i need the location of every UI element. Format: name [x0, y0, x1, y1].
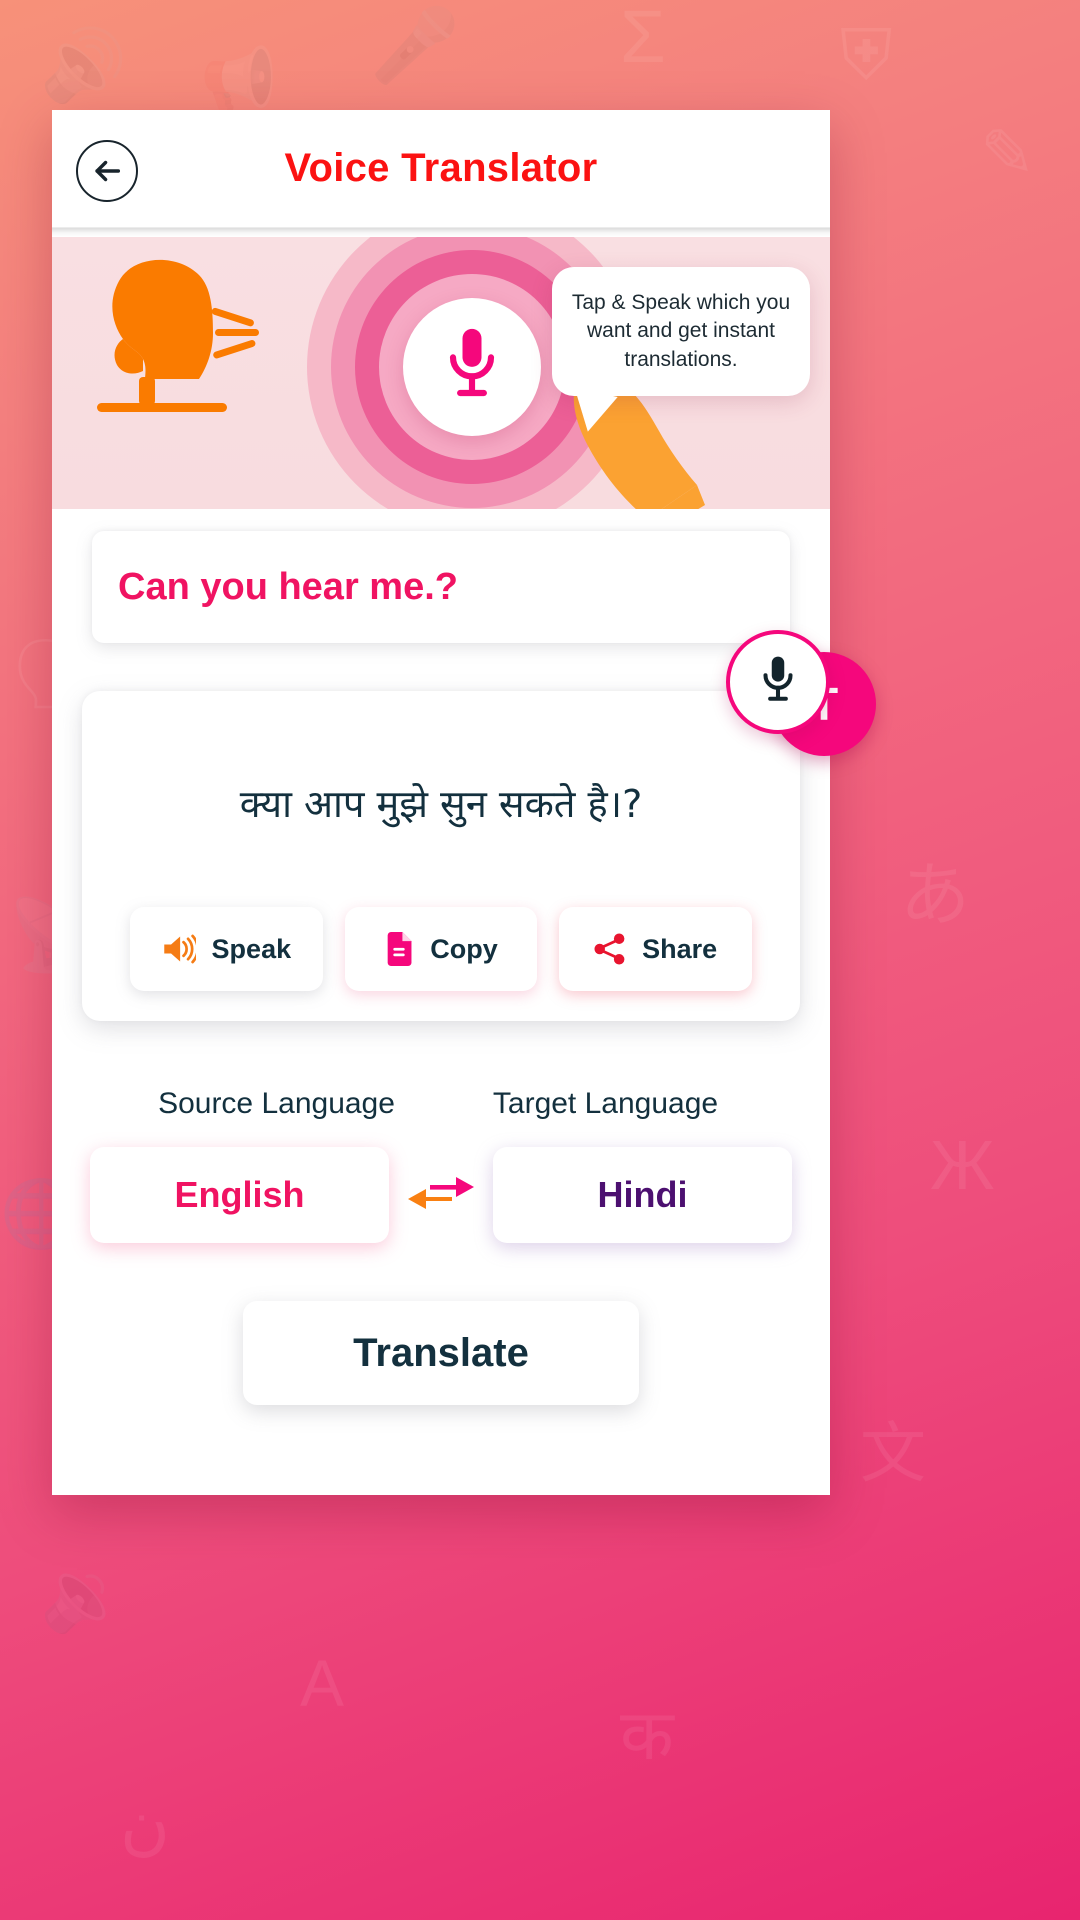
floating-action-group: T	[726, 630, 880, 846]
share-button[interactable]: Share	[559, 907, 753, 991]
copy-button-label: Copy	[430, 933, 498, 964]
speak-button-label: Speak	[211, 933, 292, 964]
language-labels: Source Language Target Language	[52, 1087, 830, 1121]
translate-button-wrap: Translate	[52, 1301, 830, 1405]
header-divider	[52, 228, 830, 237]
share-nodes-icon	[594, 933, 626, 965]
speaking-person-icon	[87, 247, 307, 437]
source-language-value: English	[174, 1174, 305, 1215]
back-button[interactable]	[76, 140, 138, 202]
copy-button[interactable]: Copy	[344, 907, 538, 991]
arrow-left-icon	[90, 154, 124, 188]
share-button-label: Share	[642, 933, 718, 964]
source-language-select[interactable]: English	[90, 1147, 389, 1243]
page-title: Voice Translator	[284, 146, 598, 190]
source-language-label: Source Language	[158, 1087, 395, 1120]
target-language-select[interactable]: Hindi	[493, 1147, 792, 1243]
app-header: Voice Translator	[52, 110, 830, 228]
tooltip-bubble: Tap & Speak which you want and get insta…	[552, 267, 810, 437]
voice-mode-button[interactable]	[726, 630, 830, 734]
swap-languages-button[interactable]	[389, 1167, 493, 1224]
speaker-volume-icon	[162, 934, 196, 964]
microphone-icon	[443, 327, 501, 408]
translate-button[interactable]: Translate	[243, 1301, 639, 1405]
translate-button-label: Translate	[353, 1330, 529, 1375]
swap-arrows-icon	[404, 1167, 478, 1224]
language-selectors: English Hindi	[52, 1147, 830, 1243]
tooltip-text: Tap & Speak which you want and get insta…	[571, 291, 791, 371]
source-text: Can you hear me.?	[118, 565, 458, 608]
app-window: Voice Translator Tap & Speak which you w…	[52, 110, 880, 1495]
app-body: Can you hear me.? क्या आप मुझे सुन सकते …	[52, 531, 830, 1415]
document-copy-icon	[384, 932, 414, 966]
translated-text: क्या आप मुझे सुन सकते है।?	[239, 782, 643, 827]
language-section: Source Language Target Language English	[52, 1087, 830, 1243]
source-text-card[interactable]: Can you hear me.?	[92, 531, 790, 643]
speak-button[interactable]: Speak	[130, 907, 323, 991]
translation-card: क्या आप मुझे सुन सकते है।? Speak Copy Sh…	[82, 691, 800, 1021]
translation-actions: Speak Copy Share	[106, 907, 776, 991]
microphone-icon	[759, 655, 797, 710]
voice-banner: Tap & Speak which you want and get insta…	[52, 237, 830, 509]
target-language-label: Target Language	[492, 1087, 719, 1120]
target-language-value: Hindi	[597, 1174, 688, 1215]
